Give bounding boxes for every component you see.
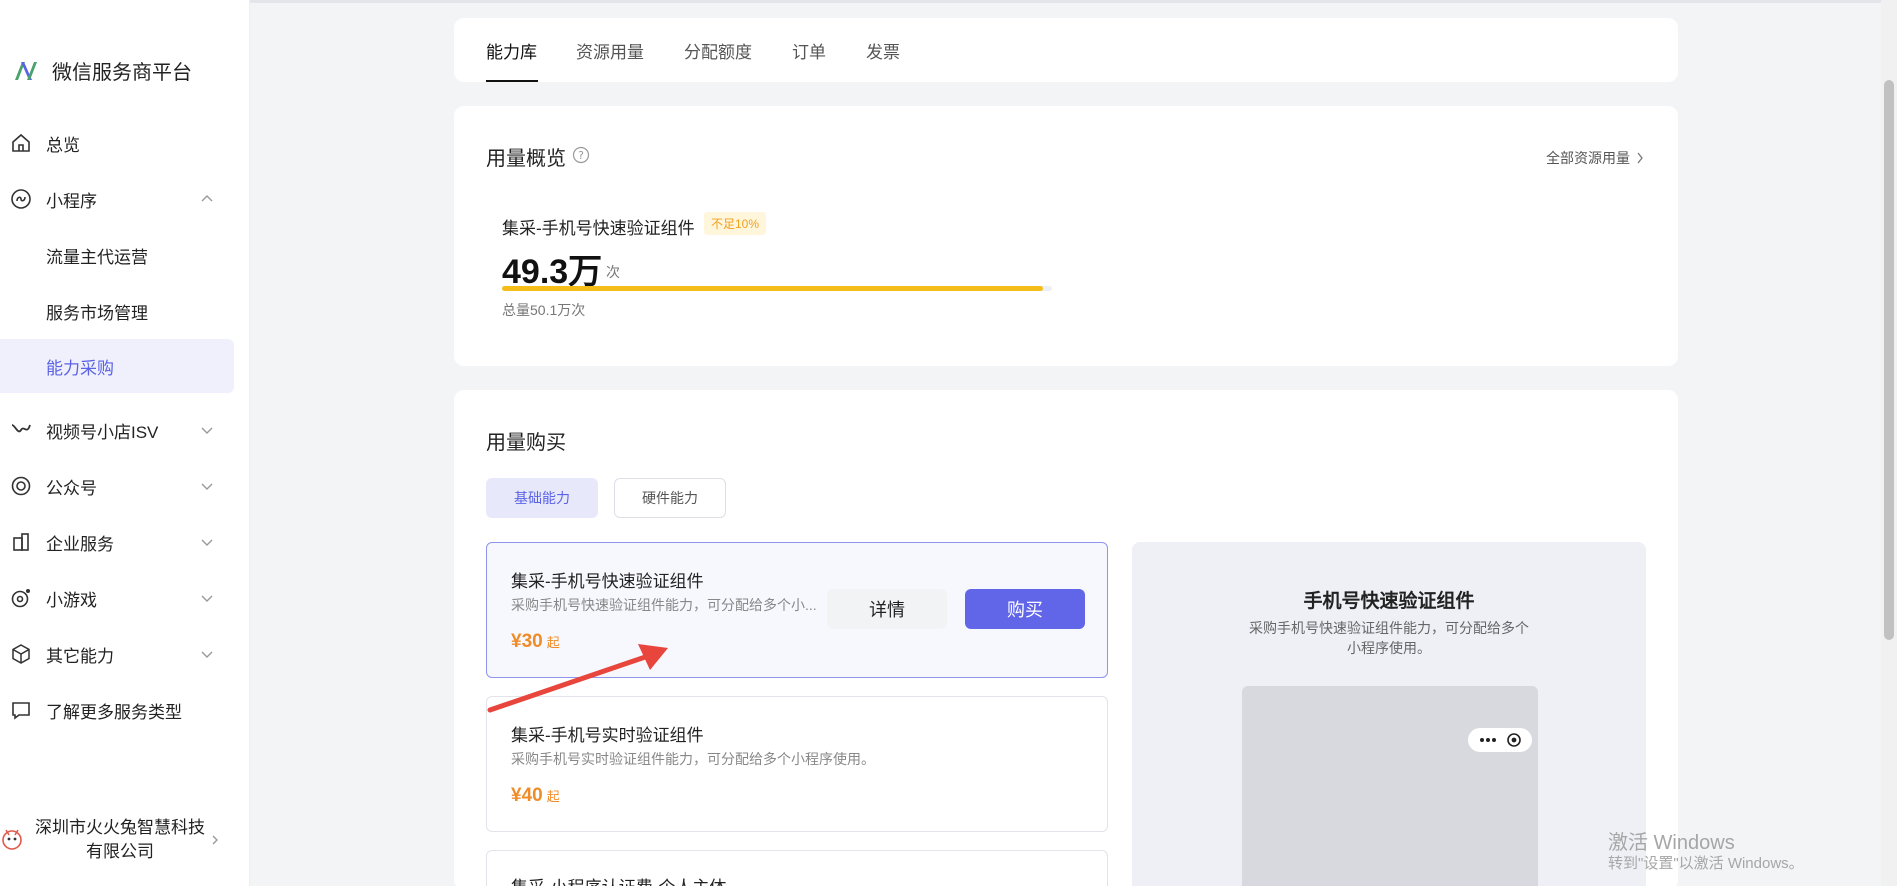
minigame-icon [11, 589, 30, 608]
account-name: 深圳市火火兔智慧科技有限公司 [35, 818, 205, 861]
product-desc: 采购手机号快速验证组件能力，可分配给多个小... [511, 597, 817, 613]
brand[interactable]: 微信服务商平台 [12, 56, 192, 85]
sidebar: 微信服务商平台 总览 小程序 流量主代运营 服务市场管理 能力采购 视频号小店I… [0, 0, 250, 886]
product-title: 集采-手机号实时验证组件 [511, 726, 704, 745]
sidebar-item-label: 小游戏 [46, 590, 97, 610]
tabs-bar: 能力库 资源用量 分配额度 订单 发票 [454, 18, 1678, 82]
chevron-right-icon [212, 835, 218, 845]
sidebar-item-other-capabilities[interactable]: 其它能力 [0, 627, 234, 681]
sidebar-item-capability-purchase[interactable]: 能力采购 [0, 339, 234, 393]
top-border [0, 0, 1881, 3]
sidebar-item-minigame[interactable]: 小游戏 [0, 571, 234, 625]
sidebar-item-traffic-operation[interactable]: 流量主代运营 [0, 228, 234, 282]
help-icon[interactable]: ? [572, 146, 590, 164]
product-desc: 采购手机号实时验证组件能力，可分配给多个小程序使用。 [511, 751, 875, 767]
close-target-icon [1507, 733, 1521, 747]
chevron-down-icon [201, 427, 213, 434]
pill-hardware-capability[interactable]: 硬件能力 [614, 478, 726, 518]
sidebar-item-miniprogram[interactable]: 小程序 [0, 172, 234, 226]
usage-remaining-unit: 次 [606, 264, 620, 280]
sidebar-item-more-services[interactable]: 了解更多服务类型 [0, 683, 234, 737]
usage-overview-card: 用量概览 ? 全部资源用量 集采-手机号快速验证组件 不足10% 49.3万 次… [454, 106, 1678, 366]
tab-quota-allocation[interactable]: 分配额度 [684, 38, 752, 63]
annotation-arrow-icon [487, 644, 668, 713]
preview-desc: 采购手机号快速验证组件能力，可分配给多个小程序使用。 [1249, 620, 1529, 656]
cube-icon [12, 644, 30, 664]
chevron-down-icon [201, 483, 213, 490]
chevron-down-icon [201, 595, 213, 602]
sidebar-item-overview[interactable]: 总览 [0, 116, 234, 170]
buy-button[interactable]: 购买 [965, 589, 1085, 629]
sidebar-item-label: 能力采购 [46, 358, 114, 378]
product-price-value: ¥40 [511, 785, 543, 806]
windows-activation-hint: 转到"设置"以激活 Windows。 [1608, 855, 1804, 872]
sidebar-item-enterprise-service[interactable]: 企业服务 [0, 515, 234, 569]
miniprogram-icon [11, 189, 31, 209]
chevron-right-icon [1637, 152, 1643, 164]
tab-active-indicator [486, 80, 538, 82]
usage-overview-title: 用量概览 [486, 148, 566, 170]
product-title: 集采-小程序认证费-个人主体 [511, 873, 726, 886]
chevron-up-icon [201, 195, 213, 202]
usage-progress-bar [502, 286, 1052, 291]
home-icon [12, 133, 30, 152]
sidebar-item-service-market[interactable]: 服务市场管理 [0, 284, 234, 338]
avatar [2, 829, 22, 850]
purchase-card: 用量购买 基础能力 硬件能力 集采-手机号快速验证组件 采购手机号快速验证组件能… [454, 390, 1678, 886]
detail-button[interactable]: 详情 [827, 589, 947, 629]
usage-total: 总量50.1万次 [502, 302, 586, 318]
more-icon [1480, 738, 1496, 742]
usage-progress-fill [502, 286, 1044, 291]
tab-invoices[interactable]: 发票 [866, 38, 900, 63]
message-icon [12, 702, 30, 720]
channels-icon [11, 424, 31, 433]
product-item[interactable]: 集采-小程序认证费-个人主体 [486, 850, 1108, 886]
sidebar-item-label: 企业服务 [46, 534, 114, 554]
svg-text:?: ? [578, 149, 584, 162]
product-price-suffix: 起 [546, 789, 560, 804]
enterprise-icon [13, 533, 29, 551]
tab-resource-usage[interactable]: 资源用量 [576, 38, 644, 63]
product-title: 集采-手机号快速验证组件 [511, 572, 704, 591]
windows-activation-title: 激活 Windows [1608, 832, 1735, 854]
brand-logo-icon [15, 61, 37, 80]
product-price: ¥40 起 [511, 785, 560, 807]
sidebar-item-label: 流量主代运营 [46, 247, 148, 267]
tab-orders[interactable]: 订单 [792, 38, 826, 63]
purchase-title: 用量购买 [486, 432, 566, 454]
chevron-down-icon [201, 651, 213, 658]
sidebar-item-label: 公众号 [46, 478, 97, 498]
usage-component-name: 集采-手机号快速验证组件 [502, 219, 695, 238]
all-resource-usage-label: 全部资源用量 [1546, 150, 1630, 166]
sidebar-item-label: 视频号小店ISV [46, 422, 159, 442]
sidebar-item-channels-store[interactable]: 视频号小店ISV [0, 403, 234, 457]
scrollbar-thumb[interactable] [1884, 80, 1894, 640]
sidebar-item-label: 总览 [46, 135, 80, 155]
all-resource-usage-link[interactable]: 全部资源用量 [1546, 148, 1644, 168]
low-balance-badge: 不足10% [704, 212, 767, 235]
product-preview-panel: 手机号快速验证组件 采购手机号快速验证组件能力，可分配给多个小程序使用。 [1132, 542, 1646, 886]
pill-basic-capability[interactable]: 基础能力 [486, 478, 598, 518]
brand-title: 微信服务商平台 [52, 62, 192, 84]
preview-title: 手机号快速验证组件 [1303, 591, 1475, 612]
sidebar-item-official-account[interactable]: 公众号 [0, 459, 234, 513]
sidebar-item-label: 服务市场管理 [46, 303, 148, 323]
account-switcher[interactable]: 深圳市火火兔智慧科技有限公司 [0, 810, 234, 870]
official-account-icon [11, 476, 31, 496]
chevron-down-icon [201, 539, 213, 546]
scrollbar[interactable] [1881, 0, 1897, 886]
phone-mockup [1242, 686, 1538, 886]
sidebar-item-label: 其它能力 [46, 646, 114, 666]
miniprogram-capsule [1468, 728, 1532, 752]
tab-capability-library[interactable]: 能力库 [486, 38, 537, 63]
sidebar-item-label: 了解更多服务类型 [46, 702, 182, 722]
sidebar-item-label: 小程序 [46, 191, 97, 211]
